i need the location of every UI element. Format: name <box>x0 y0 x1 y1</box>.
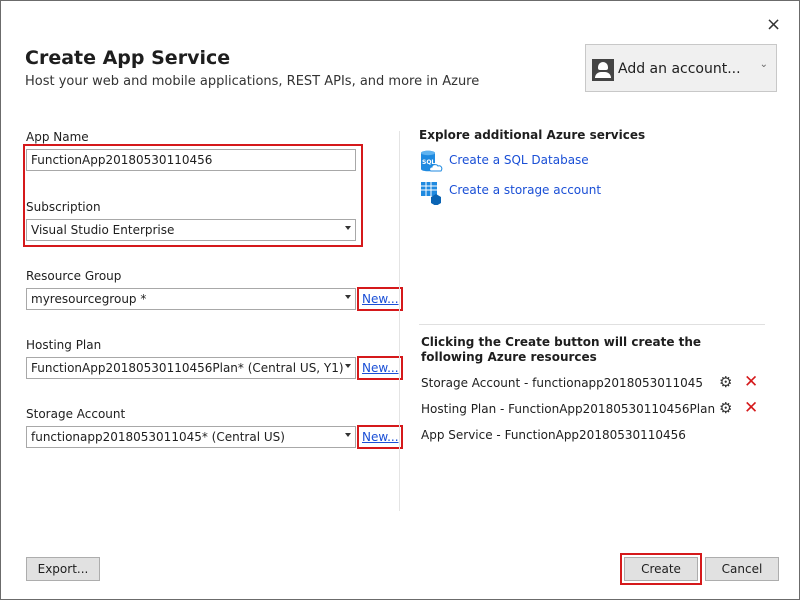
app-name-label: App Name <box>26 130 89 144</box>
account-label: Add an account... <box>618 61 741 77</box>
avatar-icon <box>592 59 614 81</box>
hosting-plan-select[interactable]: FunctionApp20180530110456Plan* (Central … <box>26 357 356 379</box>
delete-icon[interactable]: ✕ <box>744 372 758 392</box>
horizontal-divider <box>419 324 765 325</box>
cancel-button[interactable]: Cancel <box>705 557 779 581</box>
new-storage-account-link[interactable]: New... <box>362 430 399 444</box>
explore-title: Explore additional Azure services <box>419 128 646 142</box>
subscription-value: Visual Studio Enterprise <box>31 223 175 237</box>
dialog-subtitle: Host your web and mobile applications, R… <box>25 74 480 89</box>
storage-account-value: functionapp2018053011045* (Central US) <box>31 430 285 444</box>
subscription-label: Subscription <box>26 200 101 214</box>
subscription-select[interactable]: Visual Studio Enterprise <box>26 219 356 241</box>
resource-group-label: Resource Group <box>26 269 122 283</box>
storage-account-label: Storage Account <box>26 407 126 421</box>
dropdown-arrow-icon <box>345 433 351 437</box>
delete-icon[interactable]: ✕ <box>744 398 758 418</box>
resource-item-app-service: App Service - FunctionApp20180530110456 <box>421 428 686 442</box>
app-name-input[interactable]: FunctionApp20180530110456 <box>26 149 356 171</box>
dropdown-arrow-icon <box>345 364 351 368</box>
create-button[interactable]: Create <box>624 557 698 581</box>
sql-database-icon: SQL <box>419 149 445 175</box>
gear-icon[interactable]: ⚙ <box>719 373 732 391</box>
dropdown-arrow-icon <box>345 295 351 299</box>
create-storage-account-link[interactable]: Create a storage account <box>449 183 601 197</box>
account-selector[interactable]: Add an account... ⌄ <box>585 44 777 92</box>
vertical-divider <box>399 131 400 511</box>
create-sql-database-link[interactable]: Create a SQL Database <box>449 153 589 167</box>
storage-account-icon <box>419 179 445 206</box>
hosting-plan-label: Hosting Plan <box>26 338 102 352</box>
resource-item-storage: Storage Account - functionapp20180530110… <box>421 376 704 390</box>
gear-icon[interactable]: ⚙ <box>719 399 732 417</box>
dialog-title: Create App Service <box>25 47 231 69</box>
chevron-down-icon: ⌄ <box>759 59 768 70</box>
hosting-plan-value: FunctionApp20180530110456Plan* (Central … <box>31 361 344 375</box>
new-resource-group-link[interactable]: New... <box>362 292 399 306</box>
storage-account-select[interactable]: functionapp2018053011045* (Central US) <box>26 426 356 448</box>
resource-group-value: myresourcegroup * <box>31 292 147 306</box>
close-icon[interactable]: × <box>766 16 781 34</box>
new-hosting-plan-link[interactable]: New... <box>362 361 399 375</box>
create-app-service-dialog: × Create App Service Host your web and m… <box>0 0 800 600</box>
resource-group-select[interactable]: myresourcegroup * <box>26 288 356 310</box>
resource-item-hosting-plan: Hosting Plan - FunctionApp20180530110456… <box>421 402 716 416</box>
export-button[interactable]: Export... <box>26 557 100 581</box>
dropdown-arrow-icon <box>345 226 351 230</box>
resources-heading: Clicking the Create button will create t… <box>421 335 702 364</box>
